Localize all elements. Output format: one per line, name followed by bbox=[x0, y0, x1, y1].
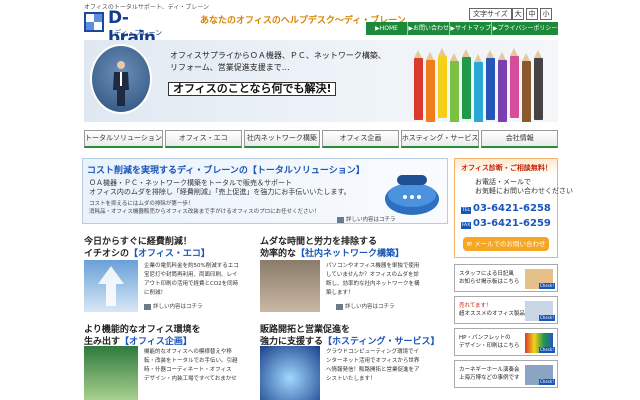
contact-line-2: お気軽にお問い合わせください bbox=[475, 187, 573, 195]
feature-small-1: コストを抑えるにはムダの排除が第一歩！ bbox=[89, 201, 194, 207]
font-size-medium-button[interactable]: 中 bbox=[526, 8, 538, 20]
hosting-image bbox=[260, 346, 320, 400]
nav-office-eco[interactable]: オフィス・エコ bbox=[164, 130, 242, 148]
section-office-text: 機能的なオフィスへの模様替えや移 転・改装をトータルでお手伝い。引越 時・什器コ… bbox=[144, 349, 238, 382]
tel-label: TEL bbox=[461, 207, 471, 214]
ad-check-button[interactable]: Check! bbox=[539, 283, 555, 289]
tel-number[interactable]: 03-6421-6258 bbox=[473, 203, 551, 214]
fax-number: 03-6421-6259 bbox=[473, 218, 551, 229]
font-size-large-button[interactable]: 大 bbox=[512, 8, 524, 20]
arrow-icon bbox=[336, 303, 343, 310]
pencils-image bbox=[414, 48, 554, 122]
top-nav: ▶HOME ▶お問い合わせ ▶サイトマップ ▶プライバシーポリシー bbox=[366, 22, 558, 35]
ad-staff-blog[interactable]: スタッフによる日記風 お知らせ掲示板はこちら Check! bbox=[454, 264, 558, 292]
section-eco-subheading: イチオシの【オフィス・エコ】 bbox=[84, 249, 210, 259]
section-eco-text: 企業の電気料金を約50%削減するエコ 宝尼灯や封筒再利用、両面印刷、レイ アウト… bbox=[144, 263, 239, 296]
nav-company[interactable]: 会社情報 bbox=[481, 130, 559, 148]
section-network-subheading: 効率的な【社内ネットワーク構築】 bbox=[260, 249, 405, 259]
section-network-text: パソコンやオフィス機器を単独で使用 していませんか？オフィスのムダを診 断し、効… bbox=[326, 263, 420, 296]
ad-check-button[interactable]: Check! bbox=[539, 379, 555, 385]
hero-slogan: オフィスのことなら何でも解決! bbox=[168, 82, 337, 96]
feature-box[interactable]: コスト削減を実現するディ・ブレーンの【トータルソリューション】 ＯＡ機器・ＰＣ・… bbox=[82, 158, 448, 224]
contact-box: オフィス診断・ご相談無料！ お電話・メールで お気軽にお問い合わせください TE… bbox=[454, 158, 573, 258]
feature-title: コスト削減を実現するディ・ブレーンの【トータルソリューション】 bbox=[87, 166, 365, 176]
ad-recommended[interactable]: 売れてます！ 超オススメのオフィス製品 Check! bbox=[454, 296, 558, 324]
network-image bbox=[260, 260, 320, 312]
person-icon bbox=[113, 61, 129, 106]
arrow-icon bbox=[337, 216, 344, 223]
logo-mark-icon bbox=[84, 12, 104, 32]
phone-image bbox=[385, 175, 439, 215]
site-logo[interactable]: D-brain ディ・ブレーン bbox=[84, 8, 174, 48]
fax-label: FAX bbox=[461, 222, 471, 229]
top-nav-contact[interactable]: ▶お問い合わせ bbox=[408, 22, 451, 35]
section-hosting-text: クラウドコンピューティング環境でイ ンターネット活用でオフィスから世界 へ情報発… bbox=[326, 349, 420, 382]
hero-line-2: リフォーム、営業促進支援まで… bbox=[170, 63, 290, 72]
nav-office-planning[interactable]: オフィス企画 bbox=[322, 130, 399, 148]
ad-check-button[interactable]: Check! bbox=[539, 315, 555, 321]
contact-title: オフィス診断・ご相談無料！ bbox=[461, 164, 552, 172]
hero-line-1: オフィスサプライからＯＡ機器、ＰＣ、ネットワーク構築、 bbox=[170, 51, 386, 60]
main-nav: トータルソリューション オフィス・エコ 社内ネットワーク構築 オフィス企画 ホス… bbox=[84, 130, 559, 148]
ad-case-studies[interactable]: カーネギーホール演奏会 上海万博などの事例です Check! bbox=[454, 360, 558, 388]
section-eco-detail-link[interactable]: 詳しい内容はコチラ bbox=[144, 302, 203, 310]
hero-text: オフィスサプライからＯＡ機器、ＰＣ、ネットワーク構築、 リフォーム、営業促進支援… bbox=[170, 50, 386, 74]
arrow-icon bbox=[144, 303, 151, 310]
ad-design-print[interactable]: HP・パンフレットの デザイン・印刷はこちら Check! bbox=[454, 328, 558, 356]
ad-check-button[interactable]: Check! bbox=[539, 347, 555, 353]
top-nav-home[interactable]: ▶HOME bbox=[366, 22, 409, 35]
top-nav-sitemap[interactable]: ▶サイトマップ bbox=[450, 22, 493, 35]
logo-subtitle: ディ・ブレーン bbox=[114, 29, 163, 37]
nav-total-solution[interactable]: トータルソリューション bbox=[84, 130, 163, 148]
feature-line-2: オフィス内のムダを排除し「経費削減」「売上促進」を強力にお手伝いいたします。 bbox=[89, 188, 351, 196]
font-size-small-button[interactable]: 小 bbox=[540, 8, 552, 20]
arrow-up-icon bbox=[98, 266, 124, 306]
businessman-image bbox=[90, 44, 152, 114]
hero-banner: オフィスサプライからＯＡ機器、ＰＣ、ネットワーク構築、 リフォーム、営業促進支援… bbox=[84, 40, 558, 122]
font-size-label: 文字サイズ bbox=[469, 8, 512, 20]
mail-icon: ✉ bbox=[466, 240, 474, 248]
top-nav-privacy[interactable]: ▶プライバシーポリシー bbox=[492, 22, 558, 35]
nav-hosting[interactable]: ホスティング・サービス bbox=[400, 130, 480, 148]
nav-network[interactable]: 社内ネットワーク構築 bbox=[243, 130, 321, 148]
eco-image bbox=[84, 260, 138, 312]
section-network-detail-link[interactable]: 詳しい内容はコチラ bbox=[336, 302, 395, 310]
feature-small-2: 消耗品・オフィス機器販売からオフィス改装まで手がけるオフィスのプロにお任せくださ… bbox=[89, 209, 320, 215]
mail-contact-button[interactable]: ✉ メールでのお問い合わせ bbox=[463, 237, 549, 251]
office-image bbox=[84, 346, 138, 400]
